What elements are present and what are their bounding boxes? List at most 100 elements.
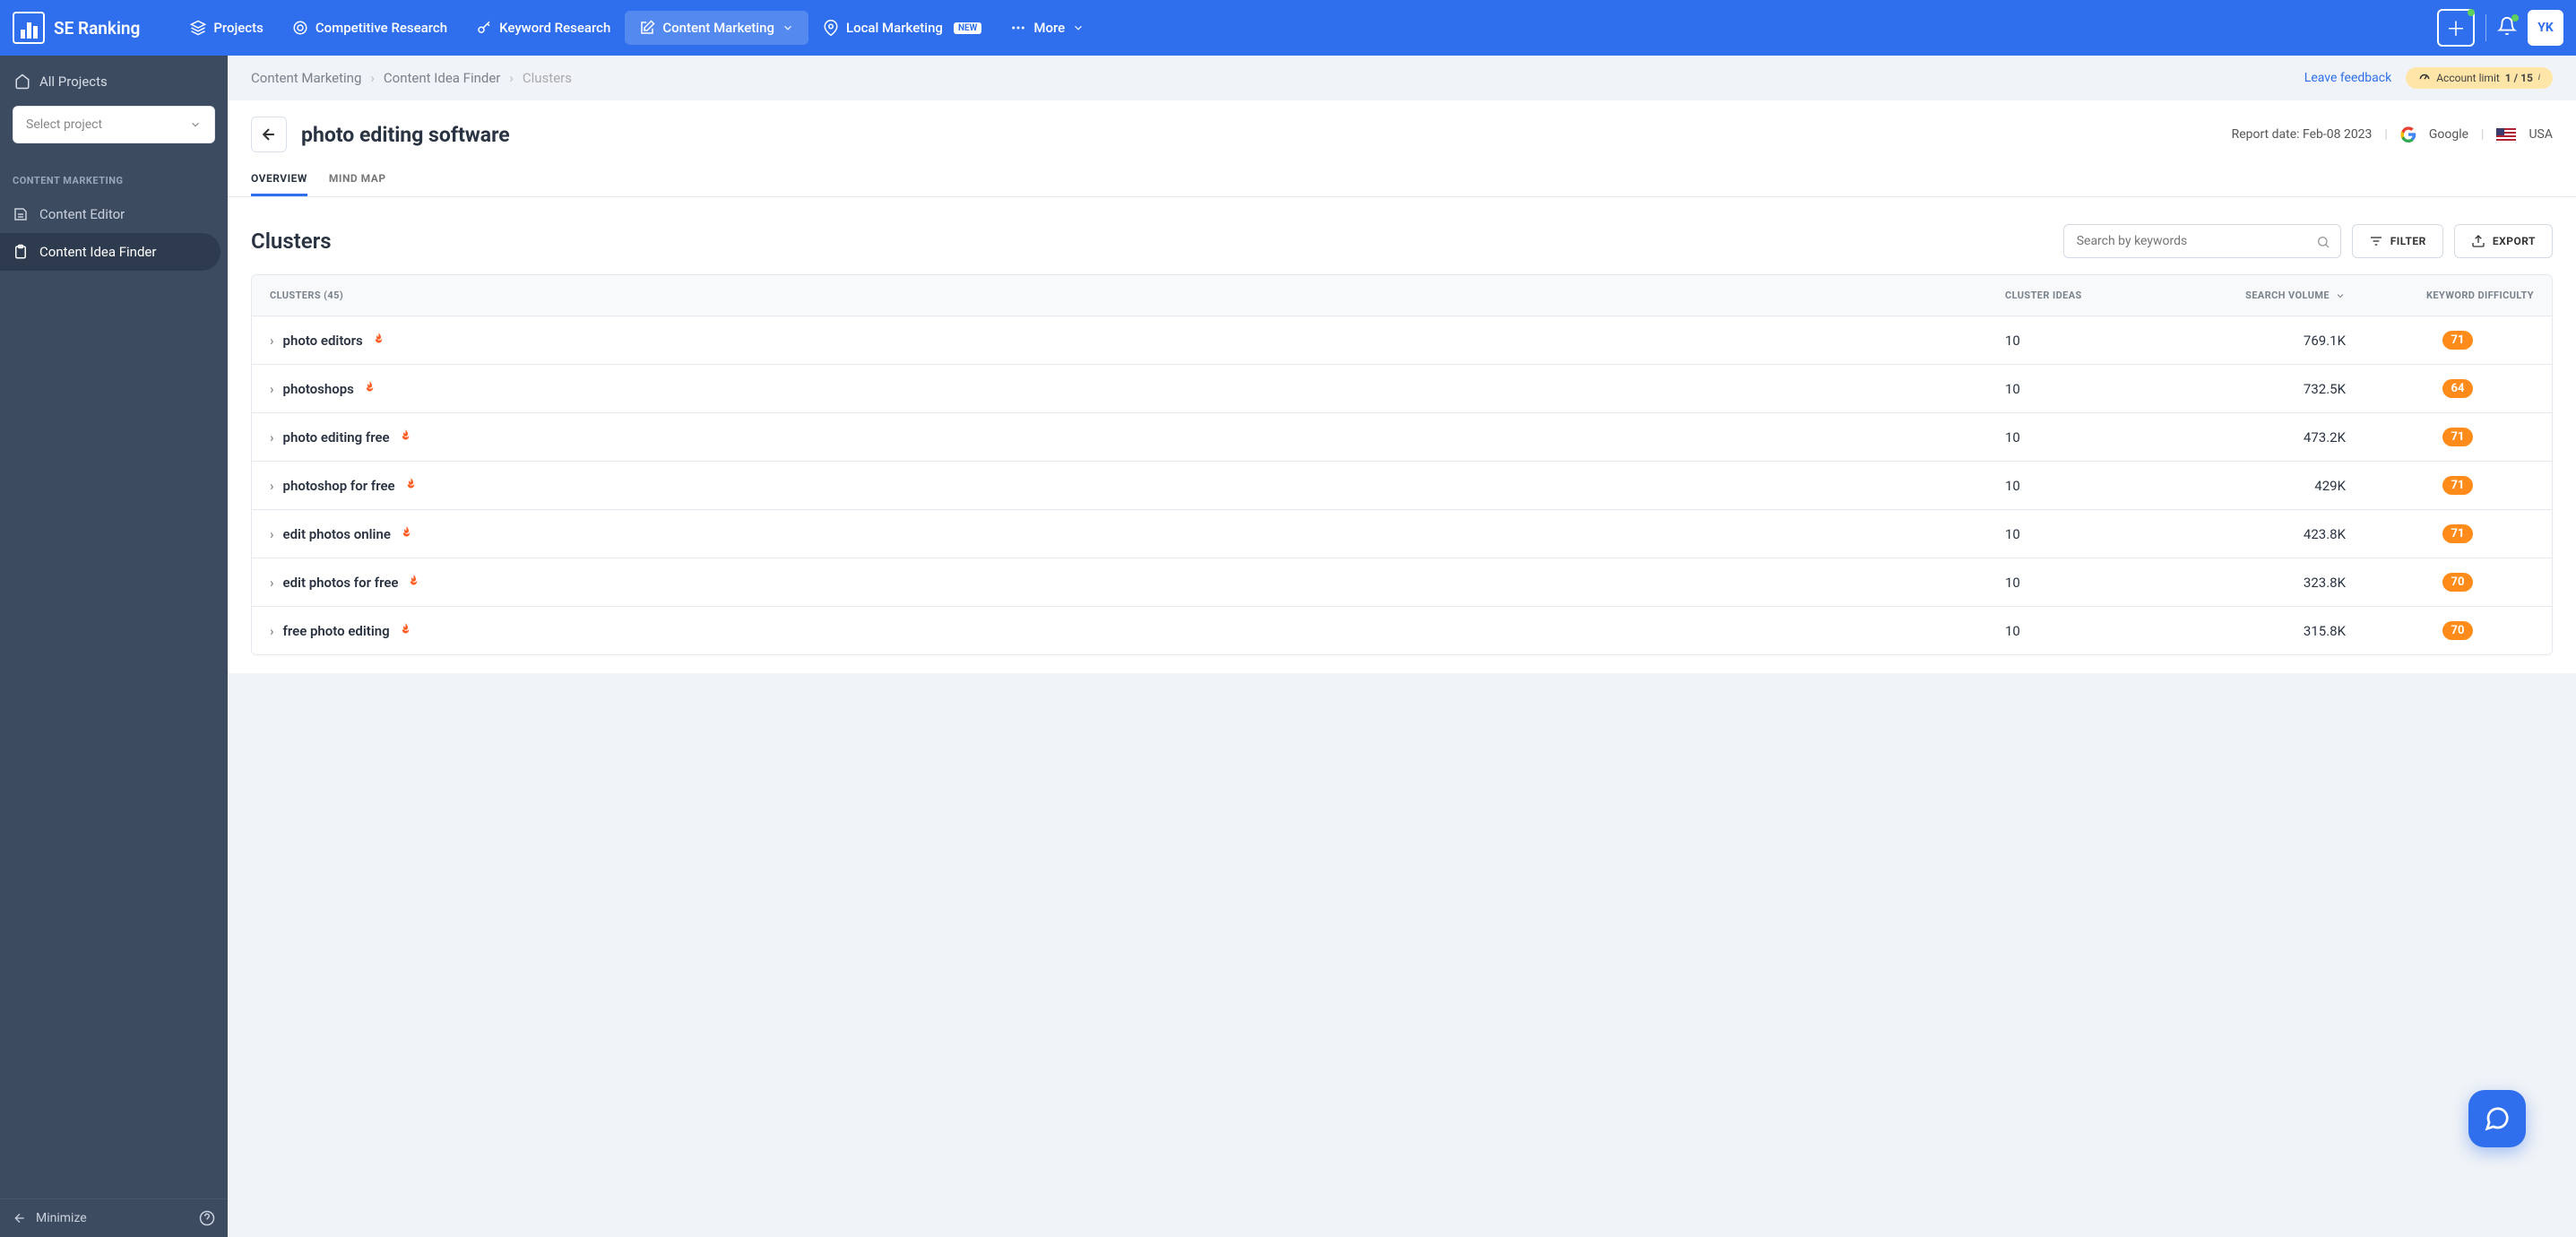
clusters-section-title: Clusters [251,229,332,254]
chevron-down-icon [782,22,794,34]
filter-label: FILTER [2390,235,2426,247]
cluster-name: free photo editing [283,623,390,639]
status-dot-icon [2468,9,2475,16]
cluster-ideas: 10 [1987,609,2175,653]
chat-icon [2484,1105,2511,1132]
chevron-right-icon[interactable]: › [270,623,274,639]
nav-local[interactable]: Local Marketing NEW [808,11,996,45]
minimize-button[interactable]: Minimize [13,1211,87,1225]
page-title: photo editing software [301,123,510,147]
export-button[interactable]: EXPORT [2454,224,2553,258]
export-icon [2471,234,2485,248]
account-limit-label: Account limit [2436,72,2500,84]
col-search-volume[interactable]: SEARCH VOLUME [2175,275,2364,316]
crumb-content-marketing[interactable]: Content Marketing [251,70,361,86]
table-row[interactable]: ›photoshop for free10429K71 [252,461,2552,509]
table-header: CLUSTERS (45) CLUSTER IDEAS SEARCH VOLUM… [252,275,2552,316]
breadcrumb: Content Marketing › Content Idea Finder … [228,56,2576,100]
chevron-right-icon[interactable]: › [270,526,274,542]
sidebar-content-editor[interactable]: Content Editor [0,195,220,233]
search-volume: 423.8K [2175,512,2364,557]
chevron-right-icon[interactable]: › [270,575,274,591]
divider: | [2481,127,2484,142]
search-volume: 769.1K [2175,318,2364,363]
chevron-right-icon[interactable]: › [270,478,274,494]
leave-feedback-link[interactable]: Leave feedback [2304,71,2391,85]
brand-logo[interactable] [13,12,45,44]
cluster-name: photo editors [283,333,363,349]
col-clusters[interactable]: CLUSTERS (45) [252,275,1987,316]
account-limit-badge[interactable]: Account limit 1 / 15 i [2406,67,2553,89]
back-button[interactable] [251,117,287,152]
cluster-name: photoshops [283,381,354,397]
minimize-label: Minimize [36,1211,87,1225]
nav-competitive[interactable]: Competitive Research [278,11,462,45]
help-icon[interactable] [199,1210,215,1226]
fire-icon [399,428,412,445]
table-row[interactable]: ›photo editors10769.1K71 [252,316,2552,364]
nav-more-label: More [1033,20,1065,36]
chevron-right-icon: › [370,70,375,86]
nav-content-marketing[interactable]: Content Marketing [625,11,808,45]
difficulty-badge: 71 [2442,428,2474,446]
crumb-content-idea-finder[interactable]: Content Idea Finder [384,70,500,86]
sidebar-all-projects[interactable]: All Projects [13,68,215,95]
sidebar-content-idea-finder[interactable]: Content Idea Finder [0,233,220,271]
clipboard-icon [13,244,29,260]
cluster-name: edit photos for free [283,575,399,591]
tab-mind-map[interactable]: MIND MAP [329,163,386,196]
nav-projects[interactable]: Projects [176,11,278,45]
cluster-ideas: 10 [1987,463,2175,508]
gauge-icon [2418,72,2431,84]
table-row[interactable]: ›edit photos for free10323.8K70 [252,558,2552,606]
tab-overview[interactable]: OVERVIEW [251,163,307,196]
chevron-right-icon[interactable]: › [270,381,274,397]
divider [2485,14,2486,41]
fire-icon [400,525,413,542]
country: USA [2528,127,2553,142]
col-search-volume-label: SEARCH VOLUME [2245,290,2330,301]
nav-local-label: Local Marketing [846,20,943,36]
arrow-left-icon [260,125,278,143]
sidebar-section-title: CONTENT MARKETING [0,157,228,195]
chevron-down-icon [1072,22,1085,34]
report-date: Report date: Feb-08 2023 [2232,127,2373,142]
table-row[interactable]: ›edit photos online10423.8K71 [252,509,2552,558]
fire-icon [404,477,418,494]
table-row[interactable]: ›photoshops10732.5K64 [252,364,2552,412]
difficulty-badge: 70 [2442,573,2474,592]
nav-more[interactable]: More [996,11,1099,45]
filter-button[interactable]: FILTER [2352,224,2443,258]
add-button[interactable]: ＋ [2437,9,2475,47]
fire-icon [407,574,420,591]
col-cluster-ideas[interactable]: CLUSTER IDEAS [1987,275,2175,316]
main-content: Content Marketing › Content Idea Finder … [228,56,2576,1237]
notifications-button[interactable] [2497,16,2517,39]
chat-fab[interactable] [2468,1090,2526,1147]
arrow-left-icon [13,1211,27,1225]
cluster-name: photo editing free [283,429,390,445]
table-row[interactable]: ›photo editing free10473.2K71 [252,412,2552,461]
chevron-right-icon[interactable]: › [270,333,274,349]
chevron-right-icon: › [509,70,514,86]
nav-keyword[interactable]: Keyword Research [462,11,625,45]
nav-projects-label: Projects [213,20,264,36]
search-input[interactable] [2063,224,2341,258]
edit-icon [639,20,655,36]
clusters-table: CLUSTERS (45) CLUSTER IDEAS SEARCH VOLUM… [251,274,2553,655]
sidebar: All Projects Select project CONTENT MARK… [0,56,228,1237]
account-limit-value: 1 / 15 [2505,72,2533,84]
difficulty-badge: 71 [2442,476,2474,495]
new-badge: NEW [954,22,981,34]
search-icon [2316,235,2330,249]
chevron-right-icon[interactable]: › [270,429,274,445]
col-keyword-difficulty[interactable]: KEYWORD DIFFICULTY [2364,275,2552,316]
avatar[interactable]: YK [2528,10,2563,46]
pin-icon [823,20,839,36]
project-select[interactable]: Select project [13,106,215,143]
table-row[interactable]: ›free photo editing10315.8K70 [252,606,2552,654]
status-dot-icon [2511,14,2519,22]
cluster-ideas: 10 [1987,318,2175,363]
export-label: EXPORT [2493,235,2536,247]
search-volume: 732.5K [2175,367,2364,411]
